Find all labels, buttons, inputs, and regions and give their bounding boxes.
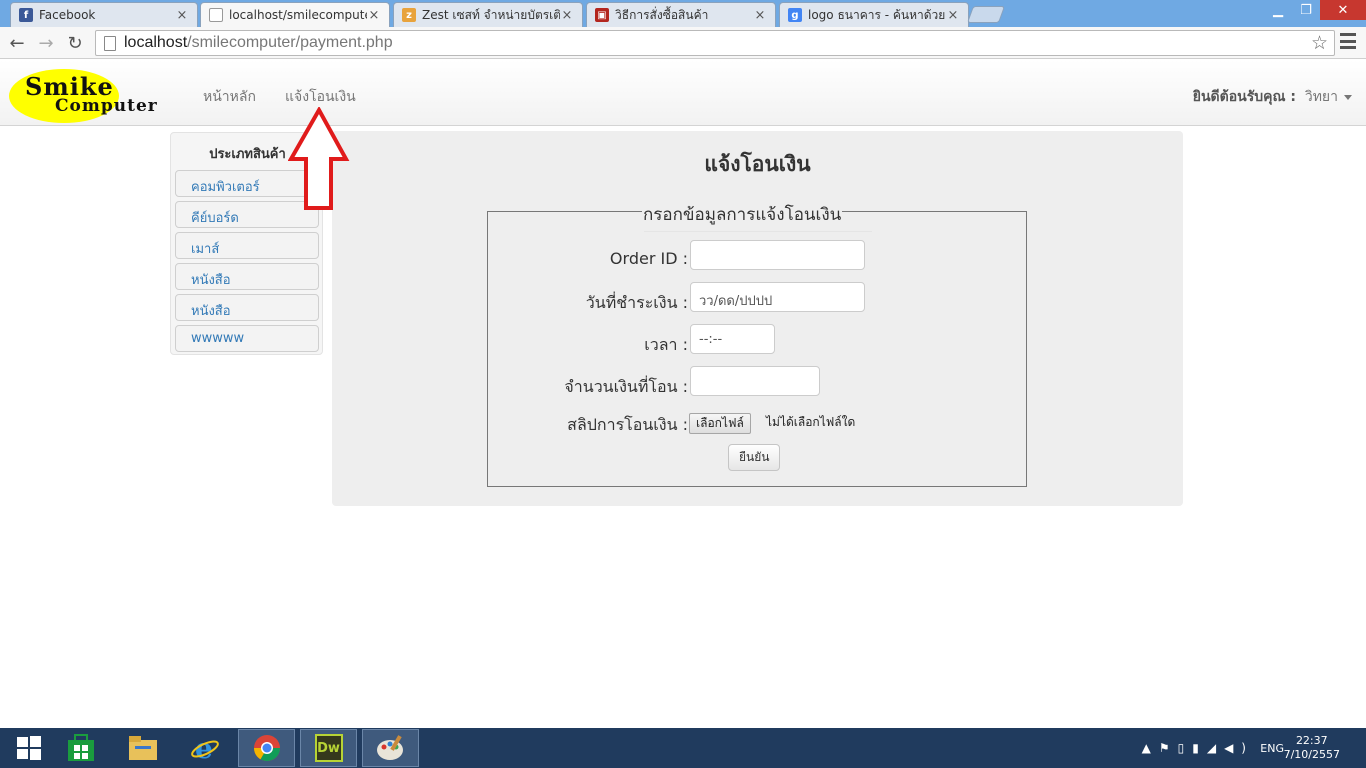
store-icon[interactable] (52, 729, 109, 767)
windows-logo-icon (16, 736, 41, 760)
order-id-input[interactable] (690, 240, 865, 270)
url-text: localhost/smilecomputer/payment.php (124, 34, 393, 52)
sidebar-item-book-2[interactable]: หนังสือ (175, 294, 319, 321)
tab-close-icon[interactable]: × (175, 8, 189, 23)
tab-title: localhost/smilecomputer/ (229, 8, 367, 22)
tab-close-icon[interactable]: × (367, 8, 381, 23)
page-icon (209, 8, 223, 22)
sidebar-item-wwwww[interactable]: wwwww (175, 325, 319, 352)
language-indicator[interactable]: ENG (1260, 742, 1284, 755)
internet-explorer-icon[interactable]: e (176, 729, 233, 767)
tab-localhost[interactable]: localhost/smilecomputer/ × (200, 2, 390, 27)
back-icon[interactable]: ← (6, 32, 28, 54)
clock-date: 7/10/2557 (1283, 748, 1340, 761)
new-tab-button[interactable] (966, 6, 1006, 23)
zest-icon: z (402, 8, 416, 22)
start-button[interactable] (0, 729, 57, 767)
tab-close-icon[interactable]: × (946, 8, 960, 23)
time-input[interactable]: --:-- (690, 324, 775, 354)
nav-transfer-link[interactable]: แจ้งโอนเงิน (285, 86, 356, 108)
url-host: localhost (124, 34, 188, 51)
dreamweaver-icon[interactable]: Dw (300, 729, 357, 767)
restore-icon[interactable]: ❐ (1292, 0, 1320, 20)
window-close-icon[interactable]: ✕ (1320, 0, 1366, 20)
windows-taskbar: e Dw ▲⚑▯▮◢◀) ENG 22:37 7/10/2557 (0, 728, 1366, 768)
tab-title: Zest เซสท์ จำหน่ายบัตรเติมเงิน (422, 7, 560, 22)
window-controls: ▁ ❐ ✕ (1264, 0, 1366, 20)
file-explorer-icon[interactable] (114, 729, 171, 767)
annotation-arrow (288, 107, 350, 210)
tab-zest[interactable]: z Zest เซสท์ จำหน่ายบัตรเติมเงิน × (393, 2, 583, 27)
clock-time: 22:37 (1295, 734, 1328, 747)
minimize-icon[interactable]: ▁ (1264, 0, 1292, 20)
file-status-text: ไม่ได้เลือกไฟล์ใด (766, 415, 856, 429)
payment-date-label: วันที่ชำระเงิน : (585, 293, 688, 312)
tab-facebook[interactable]: f Facebook × (10, 2, 198, 27)
tab-title: logo ธนาคาร - ค้นหาด้วย Goo (808, 7, 946, 22)
slip-label: สลิปการโอนเงิน : (567, 415, 688, 434)
bookmark-star-icon[interactable]: ☆ (1311, 32, 1328, 54)
legend-divider (644, 231, 872, 232)
user-menu[interactable]: ยินดีต้อนรับคุณ : วิทยา (1193, 86, 1352, 108)
submit-button[interactable]: ยืนยัน (728, 444, 781, 471)
tab-title: Facebook (39, 8, 96, 22)
clock[interactable]: 22:37 7/10/2557 (1284, 734, 1340, 762)
chrome-taskbar-icon[interactable] (238, 729, 295, 767)
order-id-label: Order ID : (609, 249, 688, 268)
payment-date-input[interactable]: วว/ดด/ปปปป (690, 282, 865, 312)
fieldset-legend: กรอกข้อมูลการแจ้งโอนเงิน (642, 201, 843, 228)
tab-close-icon[interactable]: × (753, 8, 767, 23)
facebook-icon: f (19, 8, 33, 22)
tray-icons[interactable]: ▲⚑▯▮◢◀) (1142, 741, 1254, 755)
reload-icon[interactable]: ↻ (64, 32, 86, 54)
url-path: /smilecomputer/payment.php (187, 34, 393, 51)
page-icon (104, 35, 116, 51)
nav-home-link[interactable]: หน้าหลัก (203, 86, 256, 108)
browser-toolbar: ← → ↻ localhost/smilecomputer/payment.ph… (0, 27, 1366, 59)
browser-tab-strip: f Facebook × localhost/smilecomputer/ × … (0, 0, 1366, 27)
address-bar[interactable]: localhost/smilecomputer/payment.php ☆ (95, 30, 1335, 56)
caret-down-icon (1344, 94, 1352, 100)
forward-icon[interactable]: → (35, 32, 57, 54)
site-navbar: Smike Computer หน้าหลัก แจ้งโอนเงิน ยินด… (0, 60, 1366, 126)
page-title: แจ้งโอนเงิน (704, 152, 811, 176)
sidebar-item-mouse[interactable]: เมาส์ (175, 232, 319, 259)
payment-panel: แจ้งโอนเงิน กรอกข้อมูลการแจ้งโอนเงิน Ord… (332, 131, 1183, 506)
site-logo[interactable]: Smike Computer (9, 69, 179, 123)
amount-label: จำนวนเงินที่โอน : (564, 377, 688, 396)
logo-text-line2: Computer (55, 96, 158, 116)
google-icon: g (788, 8, 802, 22)
tab-close-icon[interactable]: × (560, 8, 574, 23)
tab-google-search[interactable]: g logo ธนาคาร - ค้นหาด้วย Goo × (779, 2, 969, 27)
welcome-label: ยินดีต้อนรับคุณ : (1192, 89, 1296, 105)
site-icon: ▣ (595, 8, 609, 22)
tab-title: วิธีการสั่งซื้อสินค้า (615, 7, 709, 22)
time-label: เวลา : (644, 335, 688, 354)
user-name: วิทยา (1304, 89, 1338, 105)
choose-file-button[interactable]: เลือกไฟล์ (689, 413, 751, 434)
paint-icon[interactable] (362, 729, 419, 767)
amount-input[interactable] (690, 366, 820, 396)
sidebar-item-book[interactable]: หนังสือ (175, 263, 319, 290)
tab-order-method[interactable]: ▣ วิธีการสั่งซื้อสินค้า × (586, 2, 776, 27)
chrome-menu-icon[interactable] (1340, 33, 1356, 49)
